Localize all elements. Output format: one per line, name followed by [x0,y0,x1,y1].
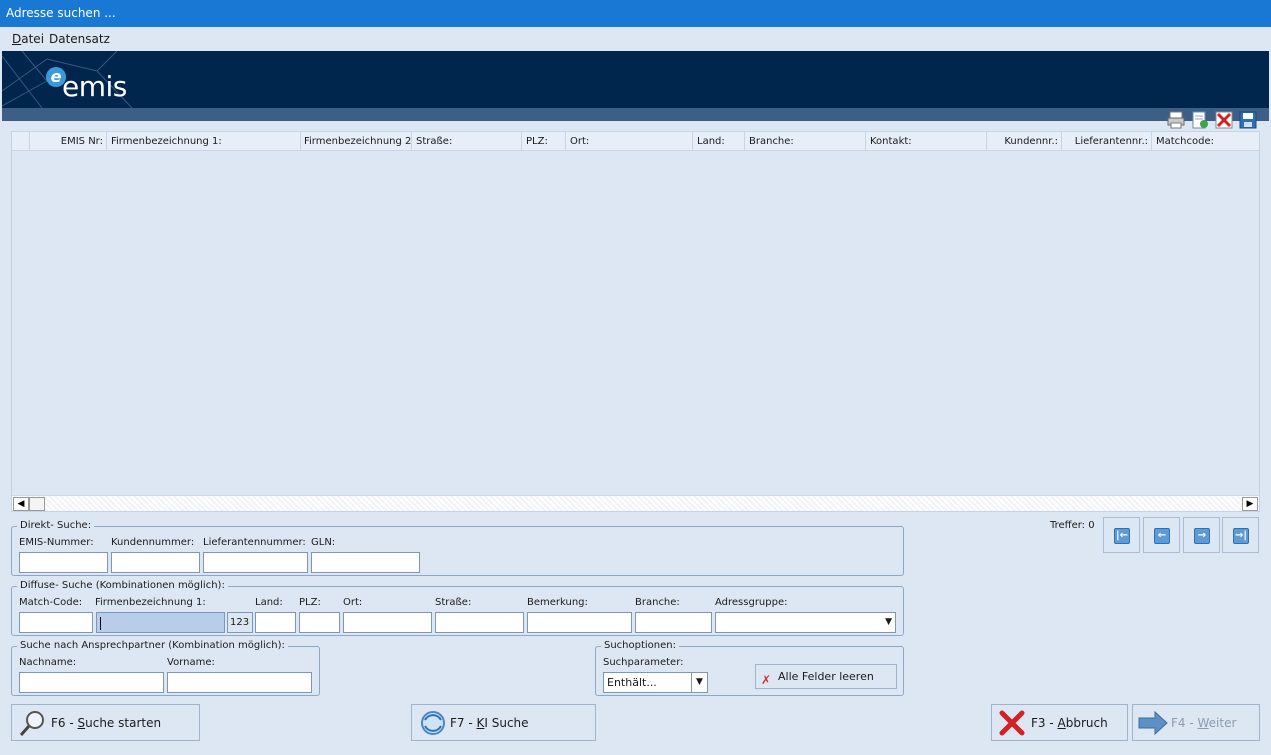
direkt-suche-group: Direkt- Suche: EMIS-Nummer: Kundennummer… [11,520,904,576]
strasse-input[interactable] [435,612,524,633]
hit-count: Treffer: 0 [1050,520,1095,531]
branche-input[interactable] [635,612,712,633]
label-bemerkung: Bemerkung: [527,597,588,608]
col-lieferantennr[interactable]: Lieferantennr.: [1062,132,1152,151]
magnifier-icon [19,711,44,736]
eraser-icon: ✗ [761,673,772,687]
save-icon[interactable] [1239,111,1257,129]
prev-page-icon: ← [1154,528,1170,544]
cancel-label: F3 - Abbruch [1031,716,1108,730]
suchparameter-value: Enthält... [607,676,657,689]
cancel-button[interactable]: F3 - Abbruch [991,704,1128,741]
label-gln: GLN: [311,537,336,548]
adressgruppe-select[interactable]: ▼ [715,612,896,633]
kundennummer-input[interactable] [111,552,200,573]
export-document-icon[interactable] [1191,111,1209,129]
nachname-input[interactable] [19,672,164,693]
col-land[interactable]: Land: [693,132,745,151]
ansprechpartner-legend: Suche nach Ansprechpartner (Kombination … [17,640,288,651]
col-ort[interactable]: Ort: [566,132,693,151]
clear-fields-button[interactable]: ✗ Alle Felder leeren [755,664,897,689]
first-page-icon: |← [1114,528,1130,544]
lieferantennummer-input[interactable] [203,552,308,573]
diffuse-suche-legend: Diffuse- Suche (Kombinationen möglich): [17,580,228,591]
dropdown-arrow-icon: ▼ [691,673,707,692]
col-firmenbezeichnung-1[interactable]: Firmenbezeichnung 1: [107,132,301,151]
header-stripe [2,108,1269,121]
suchoptionen-group: Suchoptionen: Suchparameter: Enthält... … [595,640,904,696]
col-branche[interactable]: Branche: [745,132,866,151]
suchoptionen-legend: Suchoptionen: [601,640,680,651]
label-match-code: Match-Code: [19,597,83,608]
vorname-input[interactable] [167,672,312,693]
next-label: F4 - Weiter [1171,716,1237,730]
grid-row-indicator-header [12,132,30,151]
results-grid[interactable]: EMIS Nr: Firmenbezeichnung 1: Firmenbeze… [11,131,1260,512]
col-kundennr[interactable]: Kundennr.: [987,132,1062,151]
label-kundennummer: Kundennummer: [111,537,195,548]
ansprechpartner-group: Suche nach Ansprechpartner (Kombination … [11,640,320,696]
emis-nummer-input[interactable] [19,552,108,573]
ki-search-label: F7 - KI Suche [450,716,529,730]
next-page-icon: → [1194,528,1210,544]
last-page-icon: →| [1233,528,1249,544]
label-branche: Branche: [635,597,680,608]
dropdown-arrow-icon: ▼ [885,617,892,627]
label-vorname: Vorname: [167,657,215,668]
col-plz[interactable]: PLZ: [522,132,566,151]
label-ort: Ort: [343,597,363,608]
label-suchparameter: Suchparameter: [603,657,684,668]
ai-search-icon [421,711,445,735]
nav-last-button[interactable]: →| [1222,517,1259,553]
col-emis-nr[interactable]: EMIS Nr: [30,132,107,151]
ki-search-button[interactable]: F7 - KI Suche [411,704,596,741]
direkt-suche-legend: Direkt- Suche: [17,520,95,531]
match-code-input[interactable] [19,612,93,633]
arrow-right-icon [1138,710,1168,736]
menu-datensatz[interactable]: Datensatz [49,32,110,46]
menu-datei[interactable]: Datei [12,32,44,46]
delete-icon[interactable] [1215,111,1233,129]
label-firmenbezeichnung-1: Firmenbezeichnung 1: [95,597,206,608]
print-icon[interactable] [1167,111,1185,129]
col-kontakt[interactable]: Kontakt: [866,132,987,151]
search-start-button[interactable]: F6 - Suche starten [11,704,200,741]
search-start-label: F6 - Suche starten [51,716,162,730]
nav-first-button[interactable]: |← [1103,517,1140,553]
land-input[interactable] [255,612,296,633]
scroll-left-arrow-icon[interactable]: ◀ [13,497,29,511]
numeric-search-toggle[interactable]: 123 [227,612,253,633]
emis-logo-text: emis [62,70,127,103]
label-nachname: Nachname: [19,657,77,668]
next-button[interactable]: F4 - Weiter [1132,704,1260,741]
scroll-right-arrow-icon[interactable]: ▶ [1242,497,1258,511]
clear-fields-label: Alle Felder leeren [778,670,874,683]
diffuse-suche-group: Diffuse- Suche (Kombinationen möglich): … [11,580,904,636]
nav-next-button[interactable]: → [1183,517,1220,553]
label-adressgruppe: Adressgruppe: [715,597,788,608]
scroll-thumb[interactable] [29,497,45,511]
plz-input[interactable] [299,612,340,633]
col-matchcode[interactable]: Matchcode: [1152,132,1259,151]
grid-header: EMIS Nr: Firmenbezeichnung 1: Firmenbeze… [12,132,1259,151]
label-land: Land: [255,597,283,608]
label-plz: PLZ: [299,597,321,608]
suchparameter-select[interactable]: Enthält... ▼ [603,672,708,693]
gln-input[interactable] [311,552,420,573]
menu-bar: Datei Datensatz [0,27,1271,51]
col-strasse[interactable]: Straße: [412,132,522,151]
banner-decoration [2,51,133,108]
ort-input[interactable] [343,612,432,633]
window-title: Adresse suchen ... [0,0,1271,27]
horizontal-scrollbar[interactable]: ◀ ▶ [12,495,1259,511]
label-lieferantennummer: Lieferantennummer: [203,537,306,548]
cancel-x-icon [999,710,1025,736]
label-strasse: Straße: [435,597,472,608]
bemerkung-input[interactable] [527,612,632,633]
label-emis-nummer: EMIS-Nummer: [19,537,94,548]
header-banner [2,51,1269,108]
firmenbezeichnung-1-input[interactable] [96,612,225,633]
col-firmenbezeichnung-2[interactable]: Firmenbezeichnung 2: [300,132,412,151]
nav-prev-button[interactable]: ← [1143,517,1180,553]
